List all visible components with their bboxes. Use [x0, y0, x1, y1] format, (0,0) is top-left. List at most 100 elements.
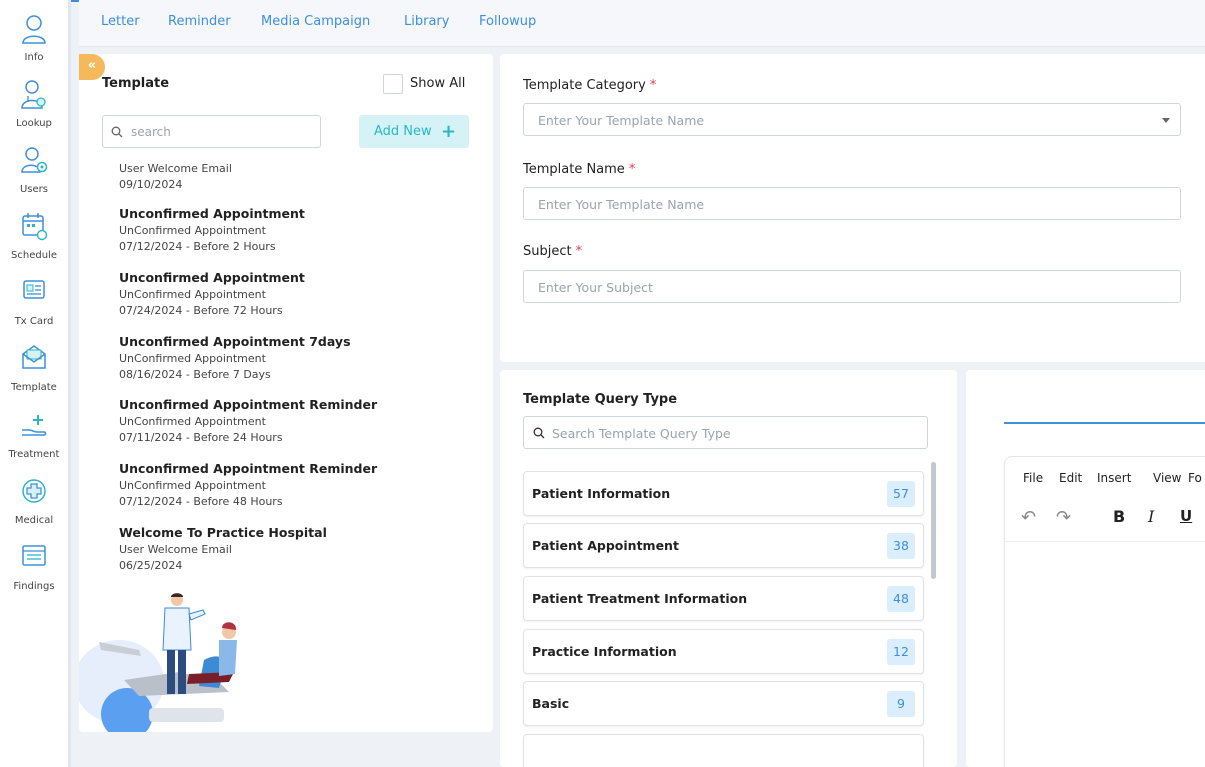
underline-button[interactable]: U: [1180, 507, 1192, 525]
editor-accent-line: [1004, 422, 1205, 424]
italic-button[interactable]: I: [1148, 507, 1154, 526]
redo-icon[interactable]: ↷: [1056, 507, 1071, 528]
menu-view[interactable]: View: [1153, 471, 1181, 485]
template-name: Welcome To Practice Hospital: [119, 525, 327, 540]
template-list-item[interactable]: Unconfirmed Appointment Reminder UnConfi…: [119, 397, 479, 446]
template-name-label: Template Name *: [523, 162, 635, 177]
tab-library[interactable]: Library: [404, 14, 449, 29]
category-label-text: Template Category: [523, 78, 646, 93]
tab-letter[interactable]: Letter: [101, 14, 140, 29]
menu-file[interactable]: File: [1023, 471, 1043, 485]
subject-field: [523, 270, 1181, 303]
query-type-count-badge: 57: [887, 481, 915, 507]
collapse-panel-button[interactable]: «: [79, 54, 105, 80]
sidebar-item-label: Template: [11, 382, 57, 393]
query-type-item[interactable]: Practice Information 12: [523, 629, 924, 674]
template-list-item[interactable]: Unconfirmed Appointment Reminder UnConfi…: [119, 461, 479, 510]
users-gear-icon: [21, 147, 48, 173]
sidebar-item-template[interactable]: Template: [0, 336, 68, 396]
query-type-item[interactable]: Patient Information 57: [523, 471, 924, 516]
template-name-input[interactable]: [538, 195, 1158, 213]
sidebar-item-tx-card[interactable]: Tx Card: [0, 270, 68, 330]
query-type-item[interactable]: Patient Treatment Information 48: [523, 576, 924, 621]
query-type-name: Practice Information: [532, 644, 677, 659]
search-input[interactable]: [131, 122, 311, 142]
subject-label: Subject *: [523, 244, 582, 259]
add-new-label: Add New: [374, 124, 432, 139]
tab-bar: Letter Reminder Media Campaign Library F…: [79, 0, 1205, 47]
template-name-label-text: Template Name: [523, 162, 625, 177]
medical-cross-icon: [22, 479, 46, 503]
undo-icon[interactable]: ↶: [1021, 507, 1036, 528]
template-subtitle: UnConfirmed Appointment: [119, 288, 266, 301]
template-list-item[interactable]: User Welcome Email 09/10/2024: [119, 161, 479, 193]
template-date: 07/11/2024 - Before 24 Hours: [119, 431, 283, 444]
toolbar-divider: [1005, 541, 1205, 542]
category-label: Template Category *: [523, 78, 656, 93]
sidebar-item-label: Treatment: [8, 449, 60, 460]
sidebar-item-info[interactable]: Info: [0, 6, 68, 66]
query-type-search: [523, 416, 928, 449]
sidebar-item-treatment[interactable]: Treatment: [0, 403, 68, 463]
bold-button[interactable]: B: [1113, 507, 1125, 526]
query-type-count-badge: 38: [887, 533, 915, 559]
category-select-input[interactable]: [538, 111, 1158, 129]
show-all-label: Show All: [410, 76, 466, 91]
query-type-item[interactable]: [523, 734, 924, 767]
editor-panel: File Edit Insert View Fo ↶ ↷ B I U: [966, 370, 1205, 767]
template-subtitle: UnConfirmed Appointment: [119, 415, 266, 428]
findings-list-icon: [22, 545, 46, 566]
scrollbar-thumb[interactable]: [931, 462, 936, 579]
template-list-item[interactable]: Unconfirmed Appointment 7days UnConfirme…: [119, 334, 479, 383]
template-list-item[interactable]: Unconfirmed Appointment UnConfirmed Appo…: [119, 270, 479, 319]
query-type-count-badge: 48: [887, 586, 915, 612]
template-name: Unconfirmed Appointment: [119, 206, 305, 221]
calendar-icon: [22, 213, 48, 241]
required-mark: *: [649, 78, 657, 93]
template-form-panel: Template Category* Template Name* Subjec…: [500, 54, 1205, 362]
query-type-count-badge: 12: [887, 639, 915, 665]
search-icon: [111, 126, 123, 138]
doctor-icon: [21, 80, 46, 109]
query-type-name: Patient Treatment Information: [532, 591, 748, 606]
show-all-checkbox[interactable]: [383, 74, 403, 94]
menu-edit[interactable]: Edit: [1059, 471, 1082, 485]
query-type-panel: Template Query Type Patient Information …: [500, 370, 957, 767]
template-list-item[interactable]: Unconfirmed Appointment UnConfirmed Appo…: [119, 206, 479, 255]
sidebar: Info Lookup Users Schedule Tx Card Templ…: [0, 0, 71, 767]
sidebar-item-users[interactable]: Users: [0, 138, 68, 198]
card-icon: [23, 280, 45, 299]
tab-media-campaign[interactable]: Media Campaign: [261, 14, 370, 29]
template-date: 08/16/2024 - Before 7 Days: [119, 368, 271, 381]
envelope-icon: [22, 345, 46, 369]
template-list-panel: Template Show All Add New + User Welcome…: [79, 54, 493, 732]
template-date: 06/25/2024: [119, 559, 183, 572]
query-type-item[interactable]: Patient Appointment 38: [523, 523, 924, 568]
sidebar-item-schedule[interactable]: Schedule: [0, 204, 68, 264]
sidebar-item-label: Info: [24, 52, 44, 63]
template-name: Unconfirmed Appointment Reminder: [119, 461, 378, 476]
category-select[interactable]: [523, 103, 1181, 136]
query-type-count-badge: 9: [887, 691, 915, 717]
sidebar-item-medical[interactable]: Medical: [0, 469, 68, 529]
add-new-button[interactable]: Add New +: [359, 115, 469, 148]
sidebar-item-label: Schedule: [11, 250, 57, 261]
template-name-field: [523, 187, 1181, 220]
menu-format[interactable]: Fo: [1188, 471, 1202, 485]
query-type-search-input[interactable]: [552, 424, 912, 442]
person-icon: [22, 15, 46, 44]
sidebar-item-findings[interactable]: Findings: [0, 535, 68, 595]
dentist-illustration: [79, 593, 237, 732]
caret-down-icon: [1162, 118, 1170, 123]
subject-label-text: Subject: [523, 244, 572, 259]
template-date: 07/12/2024 - Before 2 Hours: [119, 240, 276, 253]
tab-followup[interactable]: Followup: [479, 14, 536, 29]
hand-plus-icon: [22, 415, 47, 436]
template-subtitle: UnConfirmed Appointment: [119, 352, 266, 365]
menu-insert[interactable]: Insert: [1097, 471, 1131, 485]
subject-input[interactable]: [538, 278, 1158, 296]
sidebar-item-lookup[interactable]: Lookup: [0, 72, 68, 132]
tab-reminder[interactable]: Reminder: [168, 14, 231, 29]
template-list-item[interactable]: Welcome To Practice Hospital User Welcom…: [119, 525, 479, 574]
query-type-item[interactable]: Basic 9: [523, 681, 924, 726]
